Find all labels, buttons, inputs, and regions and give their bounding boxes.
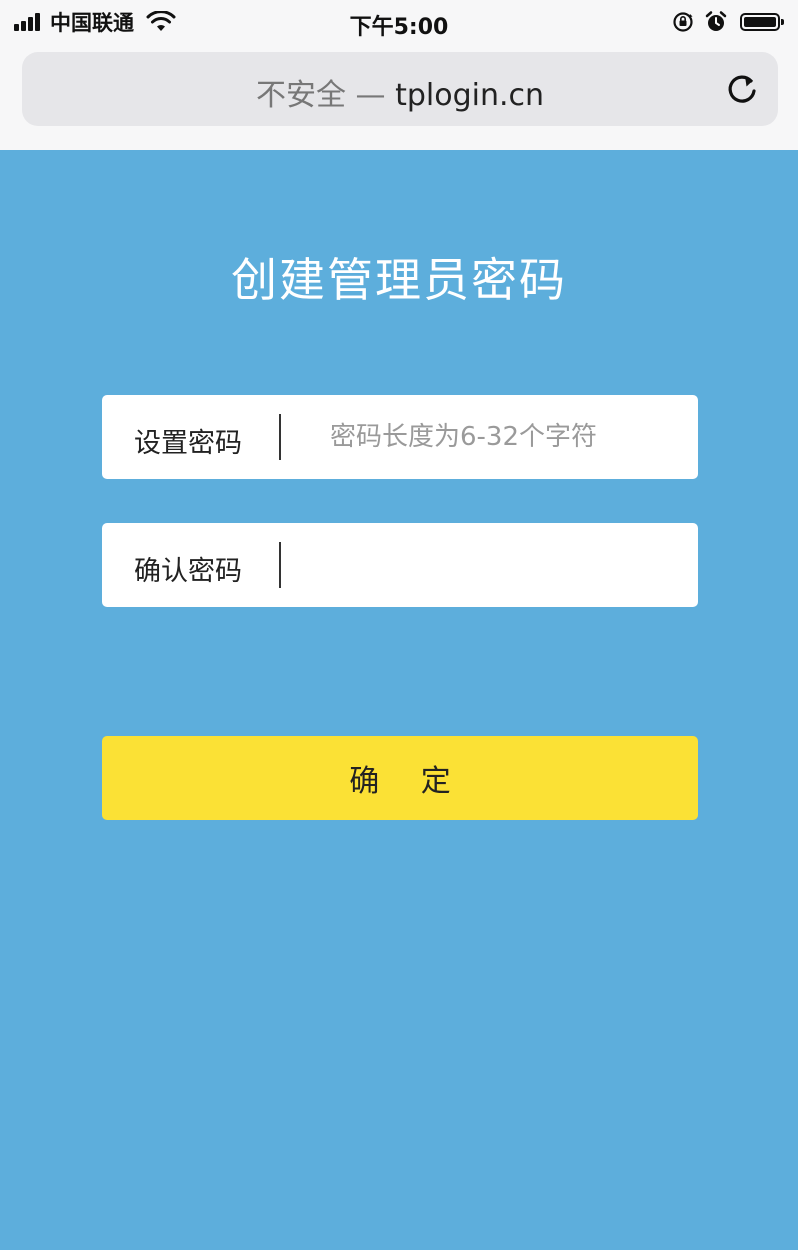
battery-icon	[740, 13, 784, 31]
address-text: 不安全 — tplogin.cn	[22, 70, 778, 114]
text-cursor	[279, 542, 281, 588]
text-cursor	[279, 414, 281, 460]
status-bar: 中国联通 下午5:00	[0, 0, 798, 44]
password-input[interactable]	[298, 409, 678, 465]
battery-fill	[744, 17, 776, 27]
status-right	[662, 8, 784, 36]
security-indicator: 不安全	[255, 78, 346, 113]
orientation-lock-icon	[673, 12, 693, 32]
address-domain: tplogin.cn	[395, 78, 545, 113]
browser-toolbar: 不安全 — tplogin.cn	[0, 44, 798, 150]
password-label: 设置密码	[134, 428, 242, 459]
confirm-password-input[interactable]	[298, 537, 678, 593]
confirm-button[interactable]: 确 定	[102, 736, 698, 820]
address-bar[interactable]: 不安全 — tplogin.cn	[22, 52, 778, 126]
alarm-icon	[705, 11, 727, 31]
password-field: 设置密码	[102, 395, 698, 479]
reload-icon[interactable]	[724, 71, 760, 107]
confirm-password-field: 确认密码	[102, 523, 698, 607]
address-separator: —	[355, 78, 386, 113]
confirm-password-label: 确认密码	[134, 556, 242, 587]
page-title: 创建管理员密码	[231, 253, 567, 307]
